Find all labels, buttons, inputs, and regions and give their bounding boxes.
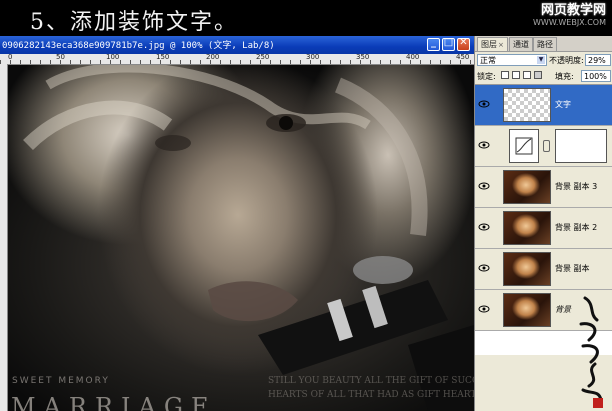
lock-all-icon[interactable] — [534, 71, 542, 79]
close-icon: ✕ — [459, 37, 468, 48]
ruler-number: 200 — [206, 53, 220, 61]
maximize-icon: □ — [443, 37, 454, 48]
canvas-decor-text-small: SWEET MEMORY — [12, 376, 110, 386]
lock-label: 锁定: — [477, 72, 496, 81]
document-titlebar[interactable]: 0906282143eca368e909781b7e.jpg @ 100% (文… — [0, 36, 474, 54]
layer-row-background-copy-3[interactable]: 背景 副本 3 — [475, 167, 612, 208]
layers-panel: 图层× 通道 路径 正常 ▼ 不透明度: 29% 锁定: 填充: 100% 文字… — [474, 36, 612, 411]
eye-icon[interactable] — [478, 140, 490, 150]
layer-name: 文字 — [555, 100, 571, 109]
layer-row-text[interactable]: 文字 — [475, 85, 612, 126]
lock-position-icon[interactable] — [523, 71, 531, 79]
ruler-number: 350 — [356, 53, 370, 61]
ruler-number: 450 — [456, 53, 470, 61]
tab-paths[interactable]: 路径 — [533, 37, 557, 51]
ruler-number: 300 — [306, 53, 320, 61]
curves-adjustment-icon — [509, 129, 539, 163]
site-logo-name: 网页教学网 — [540, 3, 606, 18]
fill-input[interactable]: 100% — [581, 70, 611, 82]
calligraphy-signature — [579, 296, 603, 408]
eye-icon[interactable] — [478, 99, 490, 109]
layer-name: 背景 副本 2 — [555, 223, 598, 232]
horizontal-ruler[interactable]: 0 50 100 150 200 250 300 350 400 450 — [0, 53, 474, 65]
ruler-number: 0 — [8, 53, 13, 61]
opacity-input[interactable]: 29% — [585, 54, 611, 66]
fill-label: 填充: — [555, 72, 574, 81]
site-logo-url: WWW.WEBJX.COM — [533, 18, 606, 27]
tab-label: 通道 — [513, 40, 529, 49]
lock-row: 锁定: 填充: 100% — [477, 69, 611, 83]
layer-thumbnail — [503, 252, 551, 286]
blend-mode-select[interactable]: 正常 ▼ — [477, 54, 547, 66]
chevron-down-icon: ▼ — [537, 56, 545, 64]
layer-name: 背景 副本 — [555, 264, 590, 273]
portrait-photo: HEARTS OF ALL THAT HAD AS GIFT HEARTS LI… — [23, 65, 474, 411]
close-button[interactable]: ✕ — [457, 37, 470, 51]
ruler-number: 50 — [56, 53, 65, 61]
eye-icon[interactable] — [478, 304, 490, 314]
layer-name: 背景 — [555, 305, 571, 314]
opacity-label: 不透明度: — [549, 56, 584, 65]
layer-thumbnail — [503, 88, 551, 122]
panel-tabs: 图层× 通道 路径 — [475, 36, 612, 52]
vertical-ruler[interactable] — [0, 64, 8, 411]
image-canvas[interactable]: HEARTS OF ALL THAT HAD AS GIFT HEARTS LI… — [8, 65, 474, 411]
tutorial-step-title: 5、添加装饰文字。 — [30, 10, 238, 35]
svg-text:STILL YOU BEAUTY ALL THE GIFT: STILL YOU BEAUTY ALL THE GIFT OF SUCCESS — [268, 376, 474, 386]
lock-transparency-icon[interactable] — [501, 71, 509, 79]
tab-label: 图层 — [481, 40, 497, 49]
opacity-value: 29% — [588, 56, 606, 65]
layer-row-adjustment[interactable] — [475, 126, 612, 167]
tab-channels[interactable]: 通道 — [509, 37, 533, 51]
saxophone-mouthpiece — [258, 256, 474, 411]
tab-label: 路径 — [537, 40, 553, 49]
chain-link-icon[interactable] — [543, 140, 550, 152]
canvas-decor-text-big: MARRIAGE — [11, 393, 217, 411]
site-logo: 网页教学网 WWW.WEBJX.COM — [506, 4, 606, 30]
ruler-number: 100 — [106, 53, 120, 61]
ruler-number: 150 — [156, 53, 170, 61]
fill-value: 100% — [584, 72, 607, 81]
tab-layers[interactable]: 图层× — [477, 37, 508, 51]
blend-mode-value: 正常 — [480, 56, 496, 65]
layer-name: 背景 副本 3 — [555, 182, 598, 191]
layer-row-background-copy[interactable]: 背景 副本 — [475, 249, 612, 290]
maximize-button[interactable]: □ — [442, 37, 455, 51]
svg-text:HEARTS OF ALL THAT HAD AS GIFT: HEARTS OF ALL THAT HAD AS GIFT HEARTS LI… — [268, 390, 474, 400]
minimize-button[interactable]: _ — [427, 37, 440, 51]
ruler-number: 250 — [256, 53, 270, 61]
tab-close-icon[interactable]: × — [498, 41, 504, 49]
ruler-number: 400 — [406, 53, 420, 61]
layer-thumbnail — [503, 211, 551, 245]
tutorial-header: 5、添加装饰文字。 网页教学网 WWW.WEBJX.COM — [0, 0, 612, 36]
minimize-icon: _ — [431, 37, 436, 48]
eye-icon[interactable] — [478, 181, 490, 191]
layer-mask-thumbnail — [555, 129, 607, 163]
document-window: 0906282143eca368e909781b7e.jpg @ 100% (文… — [0, 36, 474, 411]
lock-pixels-icon[interactable] — [512, 71, 520, 79]
layer-thumbnail — [503, 293, 551, 327]
eye-icon[interactable] — [478, 222, 490, 232]
document-title: 0906282143eca368e909781b7e.jpg @ 100% (文… — [2, 41, 275, 51]
blend-row: 正常 ▼ 不透明度: 29% — [477, 53, 611, 67]
layer-thumbnail — [503, 170, 551, 204]
eye-icon[interactable] — [478, 263, 490, 273]
layer-row-background-copy-2[interactable]: 背景 副本 2 — [475, 208, 612, 249]
